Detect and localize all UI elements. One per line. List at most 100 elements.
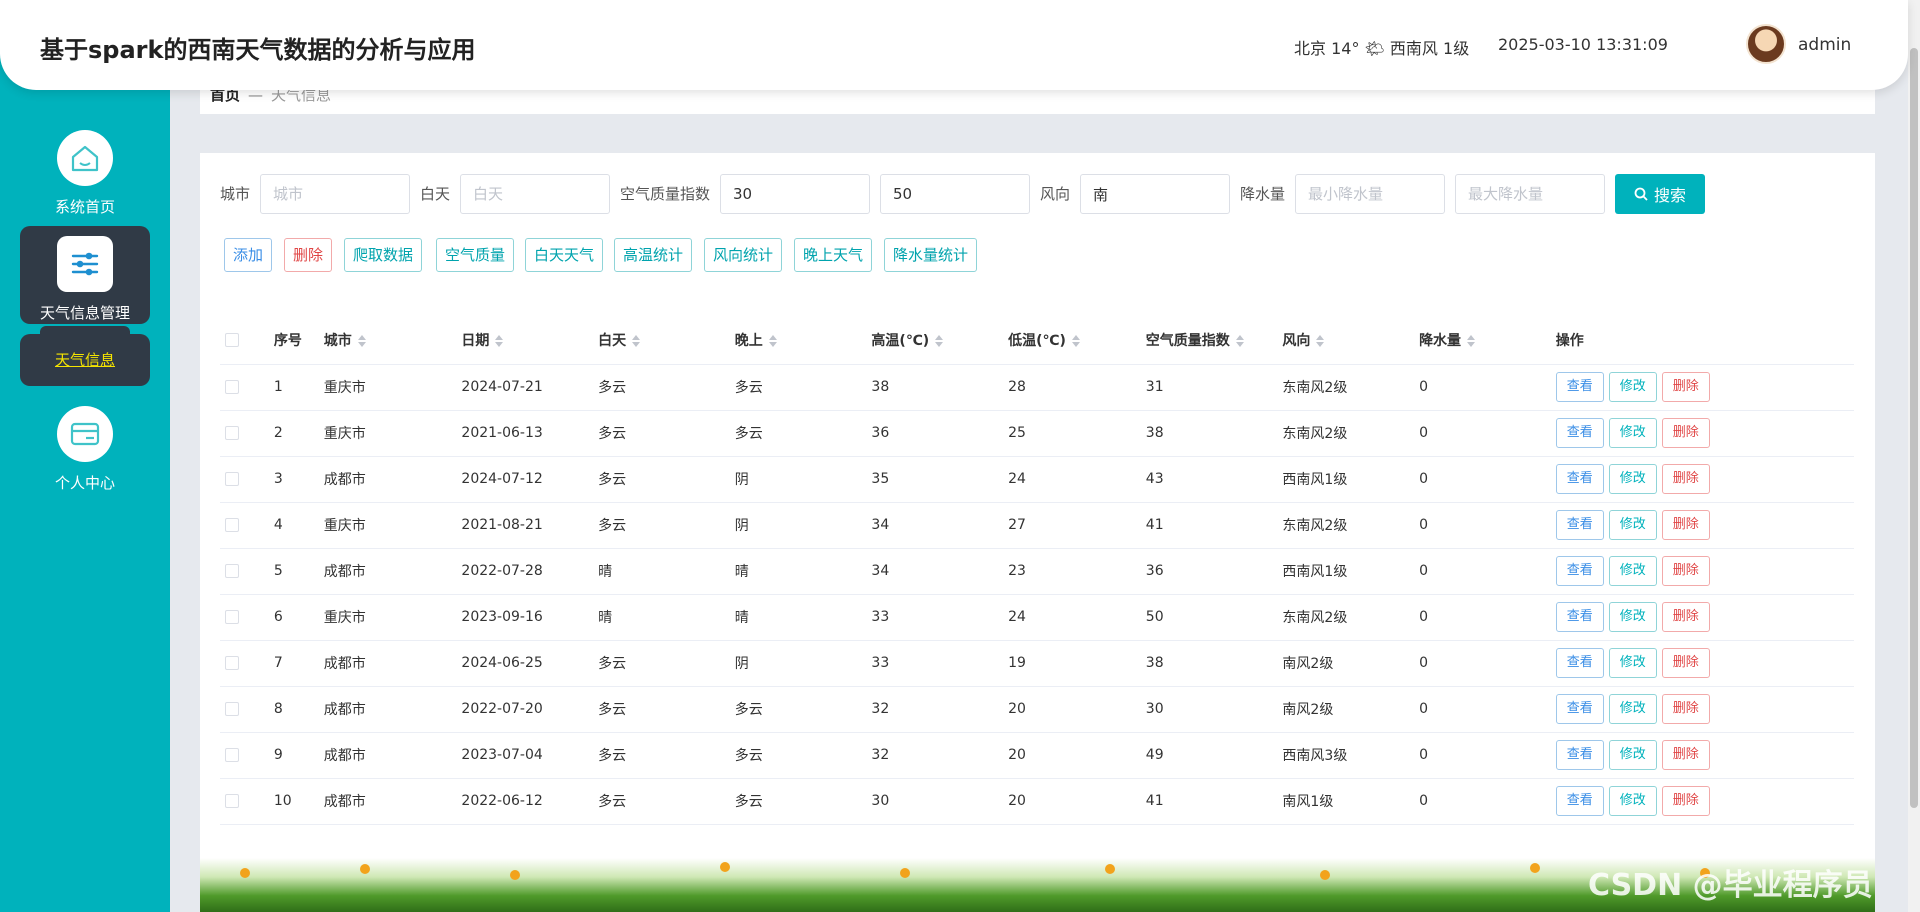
search-button-label: 搜索 — [1653, 188, 1686, 205]
row-checkbox[interactable] — [225, 518, 239, 532]
edit-button[interactable]: 修改 — [1608, 602, 1657, 632]
high-temp-stats-button[interactable]: 高温统计 — [614, 238, 693, 272]
wind-stats-button[interactable]: 风向统计 — [704, 238, 783, 272]
day-weather-button[interactable]: 白天天气 — [525, 238, 604, 272]
delete-button[interactable]: 删除 — [1661, 510, 1710, 540]
table-cell: 成都市 — [323, 686, 462, 733]
table-cell: 0 — [1419, 502, 1556, 549]
bulk-delete-button[interactable]: 删除 — [284, 238, 333, 272]
edit-button[interactable]: 修改 — [1608, 464, 1657, 494]
view-button[interactable]: 查看 — [1555, 648, 1604, 678]
sort-icon[interactable] — [357, 335, 366, 348]
table-row: 5 成都市 2022-07-28 晴晴 34 23 36 西南风1级 0 查看 修改 删除 — [220, 548, 1854, 595]
sort-icon[interactable] — [935, 335, 944, 348]
delete-button[interactable]: 删除 — [1661, 740, 1710, 770]
row-checkbox[interactable] — [225, 748, 239, 762]
col-header-low-temp[interactable]: 低温(℃) — [1008, 317, 1146, 365]
rain-min-input[interactable] — [1295, 174, 1445, 214]
table-cell: 晴 — [598, 548, 735, 595]
sort-icon[interactable] — [1316, 335, 1325, 348]
edit-button[interactable]: 修改 — [1608, 740, 1657, 770]
sidebar-subitem-weather-info[interactable]: 天气信息 — [20, 334, 150, 386]
add-button[interactable]: 添加 — [224, 238, 273, 272]
row-checkbox[interactable] — [225, 564, 239, 578]
row-checkbox[interactable] — [225, 794, 239, 808]
edit-button[interactable]: 修改 — [1608, 556, 1657, 586]
col-header-date[interactable]: 日期 — [461, 317, 599, 365]
edit-button[interactable]: 修改 — [1608, 648, 1657, 678]
table-cell: 30 — [871, 778, 1009, 825]
view-button[interactable]: 查看 — [1555, 786, 1604, 816]
view-button[interactable]: 查看 — [1555, 418, 1604, 448]
row-checkbox[interactable] — [225, 380, 239, 394]
rain-max-input[interactable] — [1455, 174, 1605, 214]
col-header-rain[interactable]: 降水量 — [1419, 317, 1556, 365]
row-checkbox[interactable] — [225, 702, 239, 716]
view-button[interactable]: 查看 — [1555, 372, 1604, 402]
delete-button[interactable]: 删除 — [1661, 464, 1710, 494]
view-button[interactable]: 查看 — [1555, 464, 1604, 494]
row-checkbox[interactable] — [225, 426, 239, 440]
city-input[interactable] — [260, 174, 410, 214]
col-header-city[interactable]: 城市 — [323, 317, 462, 365]
col-header-aqi[interactable]: 空气质量指数 — [1145, 317, 1283, 365]
username[interactable]: admin — [1798, 35, 1851, 55]
col-header-wind[interactable]: 风向 — [1282, 317, 1420, 365]
select-all-checkbox[interactable] — [225, 333, 239, 348]
air-quality-button[interactable]: 空气质量 — [436, 238, 515, 272]
row-checkbox[interactable] — [225, 656, 239, 670]
delete-button[interactable]: 删除 — [1661, 556, 1710, 586]
edit-button[interactable]: 修改 — [1608, 694, 1657, 724]
edit-button[interactable]: 修改 — [1608, 418, 1657, 448]
sort-icon[interactable] — [1467, 335, 1476, 348]
scrollbar-thumb[interactable] — [1910, 48, 1918, 808]
col-header-night[interactable]: 晚上 — [734, 317, 872, 365]
sort-icon[interactable] — [632, 335, 641, 348]
sidebar-item-weather-management[interactable]: 天气信息管理 — [20, 236, 150, 323]
night-weather-button[interactable]: 晚上天气 — [794, 238, 873, 272]
delete-button[interactable]: 删除 — [1661, 602, 1710, 632]
sort-icon[interactable] — [768, 335, 777, 348]
edit-button[interactable]: 修改 — [1608, 510, 1657, 540]
crawl-data-button[interactable]: 爬取数据 — [344, 238, 423, 272]
page-scrollbar[interactable] — [1908, 0, 1920, 912]
row-checkbox[interactable] — [225, 472, 239, 486]
delete-button[interactable]: 删除 — [1661, 648, 1710, 678]
sidebar-item-home[interactable]: 系统首页 — [20, 130, 150, 217]
sort-icon[interactable] — [1235, 335, 1244, 348]
table-cell: 23 — [1008, 548, 1146, 595]
avatar[interactable] — [1746, 24, 1786, 64]
view-button[interactable]: 查看 — [1555, 602, 1604, 632]
search-button[interactable]: 搜索 — [1615, 174, 1705, 214]
edit-button[interactable]: 修改 — [1608, 786, 1657, 816]
table-cell: 2023-07-04 — [461, 732, 599, 779]
day-weather-input[interactable] — [460, 174, 610, 214]
table-cell: 东南风2级 — [1282, 364, 1420, 411]
rain-stats-button[interactable]: 降水量统计 — [884, 238, 978, 272]
col-header-day[interactable]: 白天 — [598, 317, 735, 365]
sort-icon[interactable] — [495, 335, 504, 348]
col-header-high-temp[interactable]: 高温(℃) — [871, 317, 1009, 365]
delete-button[interactable]: 删除 — [1661, 418, 1710, 448]
delete-button[interactable]: 删除 — [1661, 372, 1710, 402]
view-button[interactable]: 查看 — [1555, 556, 1604, 586]
aqi-max-input[interactable] — [880, 174, 1030, 214]
wind-direction-input[interactable] — [1080, 174, 1230, 214]
view-button[interactable]: 查看 — [1555, 510, 1604, 540]
table-cell: 34 — [871, 548, 1009, 595]
table-cell: 成都市 — [323, 732, 462, 779]
table-cell: 成都市 — [323, 778, 462, 825]
sort-icon[interactable] — [1071, 335, 1080, 348]
main-panel: 城市 白天 空气质量指数 风向 降水量 搜索 添加 删除 爬取数据 空气质量 白… — [200, 153, 1875, 912]
row-checkbox[interactable] — [225, 610, 239, 624]
table-cell: 3 — [273, 456, 324, 503]
edit-button[interactable]: 修改 — [1608, 372, 1657, 402]
sidebar-item-personal-center[interactable]: 个人中心 — [20, 406, 150, 493]
aqi-min-input[interactable] — [720, 174, 870, 214]
row-actions: 查看 修改 删除 — [1555, 364, 1854, 411]
delete-button[interactable]: 删除 — [1661, 694, 1710, 724]
view-button[interactable]: 查看 — [1555, 740, 1604, 770]
table-cell: 多云 — [598, 456, 735, 503]
view-button[interactable]: 查看 — [1555, 694, 1604, 724]
delete-button[interactable]: 删除 — [1661, 786, 1710, 816]
